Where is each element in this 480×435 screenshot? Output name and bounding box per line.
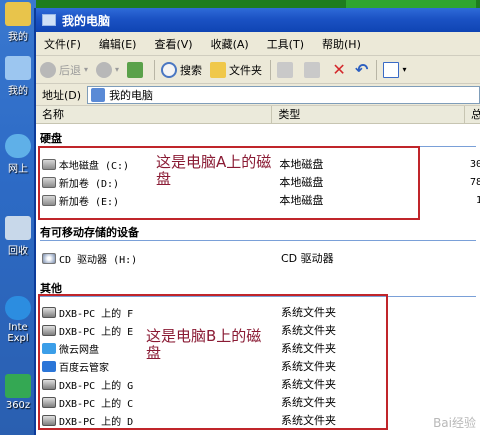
back-button[interactable]: 后退 ▾ <box>40 61 89 78</box>
file-list: 名称 类型 总 硬盘 本地磁盘 (C:) 本地磁盘 30 新加卷 (D:) 本地… <box>36 106 480 435</box>
annotation-note-computer-b: 这是电脑B上的磁盘 <box>146 327 262 362</box>
address-value: 我的电脑 <box>109 88 154 102</box>
menu-bar: 文件(F) 编辑(E) 查看(V) 收藏(A) 工具(T) 帮助(H) <box>36 32 480 56</box>
copy-to-icon <box>304 61 321 78</box>
copy-to-button[interactable] <box>304 61 323 78</box>
item-name: CD 驱动器 (H:) <box>59 254 138 266</box>
desktop-icon-label: 回收 <box>8 246 28 257</box>
delete-button[interactable]: ✕ <box>331 60 347 79</box>
back-arrow-icon <box>40 61 56 78</box>
desktop-icon-label: Inte Expl <box>7 322 29 344</box>
folders-label: 文件夹 <box>229 63 263 77</box>
computer-icon <box>42 14 56 26</box>
computer-icon <box>5 56 31 80</box>
cd-drive-icon <box>42 252 56 264</box>
toolbar: 后退 ▾ ▾ 搜索 文件夹 ✕ ↶ ▾ <box>36 56 480 84</box>
computer-icon <box>91 87 106 102</box>
up-folder-icon <box>127 61 144 78</box>
folder-icon <box>5 2 31 26</box>
search-icon <box>161 61 178 78</box>
explorer-window: 我的电脑 文件(F) 编辑(E) 查看(V) 收藏(A) 工具(T) 帮助(H)… <box>34 8 480 435</box>
recycle-bin-icon <box>5 216 31 240</box>
desktop-icon-network[interactable]: 网上 <box>2 134 34 175</box>
move-to-button[interactable] <box>277 61 296 78</box>
item-type: CD 驱动器 <box>281 252 334 265</box>
group-title-hard-disks: 硬盘 <box>40 132 62 145</box>
address-field[interactable]: 我的电脑 <box>87 85 480 104</box>
item-size: 78 <box>469 176 480 188</box>
column-size[interactable]: 总 <box>465 106 480 123</box>
desktop-icon-360[interactable]: 360z <box>2 374 34 411</box>
undo-button[interactable]: ↶ <box>355 60 368 79</box>
menu-edit[interactable]: 编辑(E) <box>95 34 141 54</box>
desktop-icon-internet-explorer[interactable]: Inte Expl <box>2 296 34 344</box>
search-label: 搜索 <box>180 63 203 77</box>
menu-view[interactable]: 查看(V) <box>150 34 196 54</box>
group-divider <box>40 240 476 241</box>
chevron-down-icon: ▾ <box>115 65 120 74</box>
up-button[interactable] <box>127 61 146 78</box>
annotation-note-computer-a: 这是电脑A上的磁盘 <box>156 153 272 188</box>
menu-file[interactable]: 文件(F) <box>40 34 85 54</box>
item-size: 1 <box>475 194 480 206</box>
undo-icon: ↶ <box>355 60 369 79</box>
desktop-icon-recycle-bin[interactable]: 回收 <box>2 216 34 257</box>
menu-tools[interactable]: 工具(T) <box>263 34 308 54</box>
desktop-strip: 我的 我的 网上 回收 Inte Expl 360z <box>0 0 36 435</box>
desktop-icon-label: 360z <box>5 400 31 411</box>
column-headers: 名称 类型 总 <box>36 106 480 124</box>
desktop-icon-label: 网上 <box>8 164 28 175</box>
desktop-icon-my-computer[interactable]: 我的 <box>2 56 34 97</box>
chevron-down-icon: ▾ <box>402 65 407 74</box>
window-title: 我的电脑 <box>62 13 111 28</box>
desktop-icon-label: 我的 <box>8 32 28 43</box>
menu-help[interactable]: 帮助(H) <box>318 34 365 54</box>
menu-favorites[interactable]: 收藏(A) <box>207 34 253 54</box>
toolbar-separator <box>154 59 156 80</box>
desktop-icon-my-documents[interactable]: 我的 <box>2 2 34 43</box>
folder-icon <box>210 61 227 78</box>
move-to-icon <box>277 61 294 78</box>
forward-arrow-icon <box>96 61 113 78</box>
toolbar-separator <box>376 59 378 80</box>
watermark: Bai经验 <box>433 416 476 430</box>
views-button[interactable]: ▾ <box>383 61 407 78</box>
address-label: 地址(D) <box>42 88 82 102</box>
title-bar[interactable]: 我的电脑 <box>36 8 480 32</box>
group-title-removable: 有可移动存储的设备 <box>40 226 139 239</box>
forward-button[interactable]: ▾ <box>96 61 120 78</box>
delete-x-icon: ✕ <box>332 60 346 79</box>
back-label: 后退 <box>59 63 81 77</box>
column-type[interactable]: 类型 <box>272 106 465 123</box>
annotation-box-computer-b <box>38 294 388 430</box>
search-button[interactable]: 搜索 <box>161 61 203 78</box>
item-size: 30 <box>469 158 480 170</box>
folders-button[interactable]: 文件夹 <box>210 61 263 78</box>
toolbar-separator <box>270 59 272 80</box>
views-icon <box>383 61 400 78</box>
internet-explorer-icon <box>5 296 31 320</box>
column-name[interactable]: 名称 <box>36 106 273 123</box>
network-icon <box>5 134 31 158</box>
address-bar: 地址(D) 我的电脑 <box>36 84 480 106</box>
list-item-cd-drive[interactable]: CD 驱动器 (H:) CD 驱动器 <box>42 250 480 266</box>
chevron-down-icon: ▾ <box>84 65 89 74</box>
360-icon <box>5 374 31 398</box>
desktop-icon-label: 我的 <box>8 86 28 97</box>
